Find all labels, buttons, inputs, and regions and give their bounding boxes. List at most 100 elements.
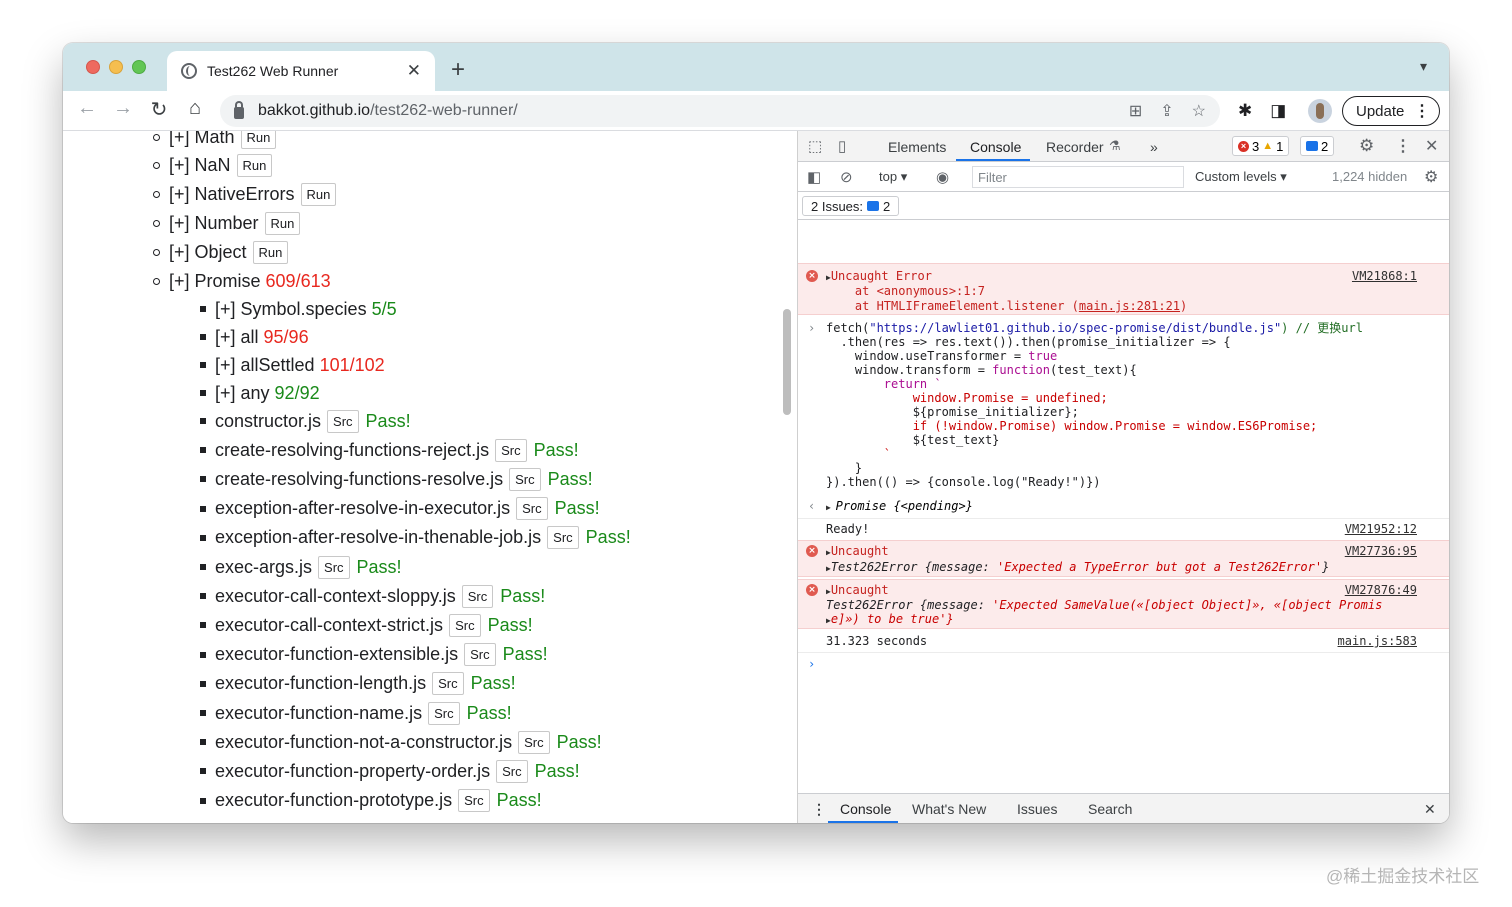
folder-label[interactable]: [+] allSettled — [215, 355, 315, 376]
tab-console[interactable]: Console — [970, 139, 1021, 155]
source-link[interactable]: main.js:583 — [1338, 634, 1417, 648]
error-title[interactable]: ▶Uncaught — [826, 544, 889, 560]
forward-arrow-icon[interactable]: → — [109, 97, 137, 120]
folder-label[interactable]: [+] NativeErrors — [169, 184, 295, 205]
src-button[interactable]: Src — [458, 789, 490, 813]
src-button[interactable]: Src — [449, 613, 481, 637]
side-panel-icon[interactable]: ◨ — [1270, 101, 1286, 121]
source-link[interactable]: VM21868:1 — [1352, 269, 1417, 283]
source-link[interactable]: VM21952:12 — [1345, 522, 1417, 536]
src-button[interactable]: Src — [464, 643, 496, 667]
run-button[interactable]: Run — [300, 182, 337, 206]
src-button[interactable]: Src — [518, 730, 550, 754]
console-toolbar: ◧ ⊘ top ▾ ◉ Filter Custom levels ▾ 1,224… — [798, 162, 1449, 192]
source-link[interactable]: VM27736:95 — [1345, 544, 1417, 558]
reload-icon[interactable]: ↻ — [145, 97, 173, 122]
close-window-button[interactable] — [86, 60, 100, 74]
share-icon[interactable]: ⇪ — [1160, 101, 1173, 121]
run-button[interactable]: Run — [252, 240, 289, 264]
address-bar[interactable]: bakkot.github.io/test262-web-runner/ ⊞ ⇪… — [220, 95, 1220, 127]
drawer-tab-whats-new[interactable]: What's New — [912, 801, 986, 817]
error-title[interactable]: ▶Uncaught Error — [826, 269, 932, 285]
source-link[interactable]: VM27876:49 — [1345, 583, 1417, 597]
run-button[interactable]: Run — [264, 211, 301, 235]
inspect-element-icon[interactable]: ⬚ — [808, 137, 822, 155]
folder-label[interactable]: [+] all — [215, 327, 259, 348]
error-detail[interactable]: Test262Error {message: 'Expected SameVal… — [826, 598, 1382, 612]
settings-gear-icon[interactable]: ⚙ — [1359, 136, 1374, 156]
new-tab-button[interactable]: + — [451, 56, 465, 84]
src-button[interactable]: Src — [495, 438, 527, 462]
home-icon[interactable]: ⌂ — [181, 97, 209, 120]
run-button[interactable]: Run — [240, 131, 277, 149]
src-button[interactable]: Src — [509, 467, 541, 491]
clear-console-icon[interactable]: ⊘ — [840, 168, 853, 186]
close-devtools-icon[interactable]: ✕ — [1425, 136, 1438, 156]
src-button[interactable]: Src — [327, 409, 359, 433]
more-tabs-button[interactable]: » — [1150, 139, 1158, 155]
eye-icon[interactable]: ◉ — [936, 168, 949, 186]
bullet — [153, 190, 160, 198]
page-scrollbar[interactable] — [783, 309, 791, 415]
src-button[interactable]: Src — [547, 526, 579, 550]
src-button[interactable]: Src — [428, 701, 460, 725]
maximize-window-button[interactable] — [132, 60, 146, 74]
sidebar-toggle-icon[interactable]: ◧ — [807, 168, 821, 186]
bullet — [200, 306, 206, 312]
drawer-tab-issues[interactable]: Issues — [1017, 801, 1057, 817]
src-button[interactable]: Src — [461, 584, 494, 608]
filter-input[interactable]: Filter — [972, 166, 1184, 188]
issues-button[interactable]: 2 Issues: 2 — [802, 196, 900, 216]
list-item: [+] Number Run — [153, 210, 301, 236]
bookmark-star-icon[interactable]: ☆ — [1192, 101, 1206, 121]
tab-close-icon[interactable]: ✕ — [407, 61, 421, 81]
levels-dropdown[interactable]: Custom levels ▾ — [1195, 169, 1287, 185]
console-input-code: › fetch("https://lawliet01.github.io/spe… — [808, 321, 1363, 489]
context-selector[interactable]: top ▾ — [879, 169, 907, 185]
menu-dots-icon[interactable]: ⋮ — [1414, 101, 1430, 121]
src-button[interactable]: Src — [496, 759, 528, 783]
messages-badge[interactable]: 2 — [1300, 136, 1335, 156]
folder-label[interactable]: [+] Promise — [169, 271, 261, 292]
folder-label[interactable]: [+] Number — [169, 213, 259, 234]
src-button[interactable]: Src — [318, 555, 350, 579]
console-error-message: × ▶Uncaught ▶Test262Error {message: 'Exp… — [798, 540, 1449, 577]
drawer-tab-console[interactable]: Console — [840, 801, 891, 817]
browser-tab[interactable]: Test262 Web Runner ✕ — [167, 51, 435, 91]
folder-label[interactable]: [+] Math — [169, 131, 235, 148]
promise-result[interactable]: ▶ Promise {<pending>} — [826, 499, 973, 515]
error-icon: × — [806, 584, 818, 596]
device-toggle-icon[interactable]: ▯ — [838, 137, 846, 155]
translate-icon[interactable]: ⊞ — [1129, 101, 1142, 121]
src-button[interactable]: Src — [516, 497, 548, 521]
tab-elements[interactable]: Elements — [888, 139, 946, 155]
drawer-tab-search[interactable]: Search — [1088, 801, 1132, 817]
src-button[interactable]: Src — [432, 672, 464, 696]
error-warning-badge[interactable]: × 3 ▲ 1 — [1232, 136, 1290, 156]
drawer-menu-icon[interactable]: ⋮ — [812, 801, 826, 818]
close-drawer-icon[interactable]: ✕ — [1424, 801, 1436, 818]
error-title[interactable]: ▶Uncaught — [826, 583, 889, 599]
extensions-puzzle-icon[interactable]: ✱ — [1238, 101, 1252, 121]
back-arrow-icon[interactable]: ← — [73, 97, 101, 120]
folder-label[interactable]: [+] Symbol.species — [215, 299, 367, 320]
bullet — [200, 710, 206, 716]
folder-label[interactable]: [+] any — [215, 383, 270, 404]
browser-toolbar: ← → ↻ ⌂ bakkot.github.io/test262-web-run… — [63, 91, 1449, 131]
minimize-window-button[interactable] — [109, 60, 123, 74]
tab-search-chevron-icon[interactable]: ▾ — [1420, 58, 1427, 75]
console-prompt[interactable]: › — [798, 657, 1449, 673]
folder-label[interactable]: [+] Object — [169, 242, 247, 263]
tab-recorder[interactable]: Recorder — [1046, 139, 1104, 155]
error-detail[interactable]: ▶Test262Error {message: 'Expected a Type… — [826, 560, 1329, 576]
folder-label[interactable]: [+] NaN — [169, 155, 231, 176]
update-button[interactable]: Update ⋮ — [1342, 96, 1440, 126]
console-settings-gear-icon[interactable]: ⚙ — [1424, 167, 1438, 187]
test-file-name: exception-after-resolve-in-executor.js — [215, 498, 511, 519]
source-link[interactable]: main.js:281:21 — [1079, 299, 1180, 313]
profile-avatar[interactable] — [1308, 99, 1332, 123]
devtools-menu-icon[interactable]: ⋮ — [1395, 136, 1411, 156]
test-file-row: exception-after-resolve-in-thenable-job.… — [200, 525, 631, 551]
issues-label: 2 Issues: — [811, 198, 864, 214]
run-button[interactable]: Run — [236, 153, 273, 177]
